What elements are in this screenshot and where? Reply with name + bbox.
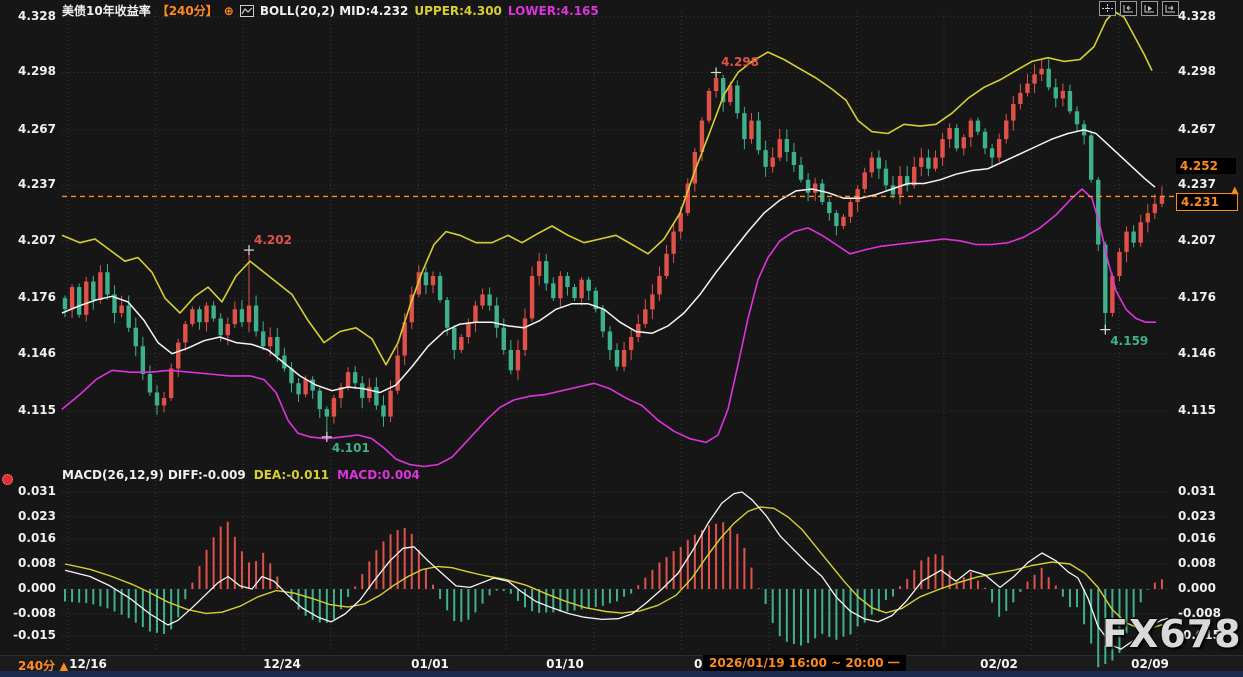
macd-y-tick-left: -0.008 (4, 606, 56, 620)
x-date-label: 01/01 (411, 657, 449, 671)
main-y-tick-right: 4.237 (1178, 177, 1216, 191)
macd-y-tick-left: 0.016 (4, 531, 56, 545)
x-date-label: 02/02 (980, 657, 1018, 671)
x-date-label: 02/09 (1131, 657, 1169, 671)
mini-chart-icon[interactable] (240, 5, 254, 20)
main-y-tick-left: 4.237 (4, 177, 56, 191)
bottom-strip (0, 671, 1243, 677)
macd-y-tick-left: 0.031 (4, 484, 56, 498)
macd-y-tick-right: 0.023 (1178, 509, 1216, 523)
macd-y-tick-left: 0.008 (4, 556, 56, 570)
macd-diff-label: DIFF:-0.009 (168, 468, 246, 482)
main-y-tick-left: 4.328 (4, 9, 56, 23)
boll-lower-label: LOWER:4.165 (508, 4, 599, 18)
main-y-tick-right: 4.207 (1178, 233, 1216, 247)
chart-title: 美债10年收益率 (62, 4, 151, 18)
partial-date-label: 0 (694, 657, 702, 671)
macd-macd-label: MACD:0.004 (337, 468, 420, 482)
x-date-label: 12/16 (69, 657, 107, 671)
macd-dea-label: DEA:-0.011 (254, 468, 329, 482)
main-y-tick-right: 4.146 (1178, 346, 1216, 360)
pan-tool-icon[interactable] (1099, 1, 1116, 16)
chart-canvas[interactable] (0, 0, 1243, 677)
current-price-box: 4.231 (1176, 193, 1238, 211)
zoom-plus-icon[interactable]: ⊕ (224, 4, 234, 18)
main-y-tick-right: 4.176 (1178, 290, 1216, 304)
upper-price-box: 4.252 (1176, 158, 1236, 174)
chart-toolbar (1099, 1, 1179, 16)
main-y-tick-right: 4.267 (1178, 122, 1216, 136)
main-y-tick-left: 4.267 (4, 122, 56, 136)
macd-y-tick-right: 0.008 (1178, 556, 1216, 570)
macd-y-tick-right: 0.016 (1178, 531, 1216, 545)
macd-label: MACD(26,12,9) (62, 468, 164, 482)
crosshair-date-tooltip: 2026/01/19 16:00 ~ 20:00 一 (703, 655, 906, 671)
main-y-tick-left: 4.146 (4, 346, 56, 360)
price-annotation: 4.101 (332, 441, 370, 455)
main-y-tick-left: 4.298 (4, 64, 56, 78)
x-date-label: 12/24 (263, 657, 301, 671)
main-y-tick-right: 4.115 (1178, 403, 1216, 417)
chart-window: 美债10年收益率【240分】 ⊕ BOLL(20,2) MID:4.232 UPPER… (0, 0, 1243, 677)
watermark: FX678 (1102, 612, 1242, 656)
main-y-tick-left: 4.207 (4, 233, 56, 247)
macd-y-tick-left: 0.000 (4, 581, 56, 595)
interval-tag: 【240分】 (157, 4, 218, 18)
price-annotation: 4.202 (254, 233, 292, 247)
macd-y-tick-right: 0.031 (1178, 484, 1216, 498)
scroll-left-icon[interactable] (1120, 1, 1137, 16)
macd-header: MACD(26,12,9) DIFF:-0.009 DEA:-0.011 MACD:0… (62, 468, 428, 482)
price-annotation: 4.298 (721, 55, 759, 69)
boll-mid-label: BOLL(20,2) MID:4.232 (260, 4, 409, 18)
auto-play-icon[interactable] (1141, 1, 1158, 16)
main-y-tick-left: 4.115 (4, 403, 56, 417)
macd-y-tick-left: 0.023 (4, 509, 56, 523)
main-y-tick-right: 4.328 (1178, 9, 1216, 23)
scroll-right-icon[interactable] (1162, 1, 1179, 16)
main-y-tick-right: 4.298 (1178, 64, 1216, 78)
x-date-label: 01/10 (546, 657, 584, 671)
chart-header: 美债10年收益率【240分】 ⊕ BOLL(20,2) MID:4.232 UPPER… (62, 2, 605, 20)
price-annotation: 4.159 (1110, 334, 1148, 348)
boll-upper-label: UPPER:4.300 (414, 4, 502, 18)
macd-y-tick-left: -0.015 (4, 628, 56, 642)
macd-y-tick-right: 0.000 (1178, 581, 1216, 595)
main-y-tick-left: 4.176 (4, 290, 56, 304)
jump-to-latest-icon[interactable]: ▲ (1231, 186, 1239, 196)
